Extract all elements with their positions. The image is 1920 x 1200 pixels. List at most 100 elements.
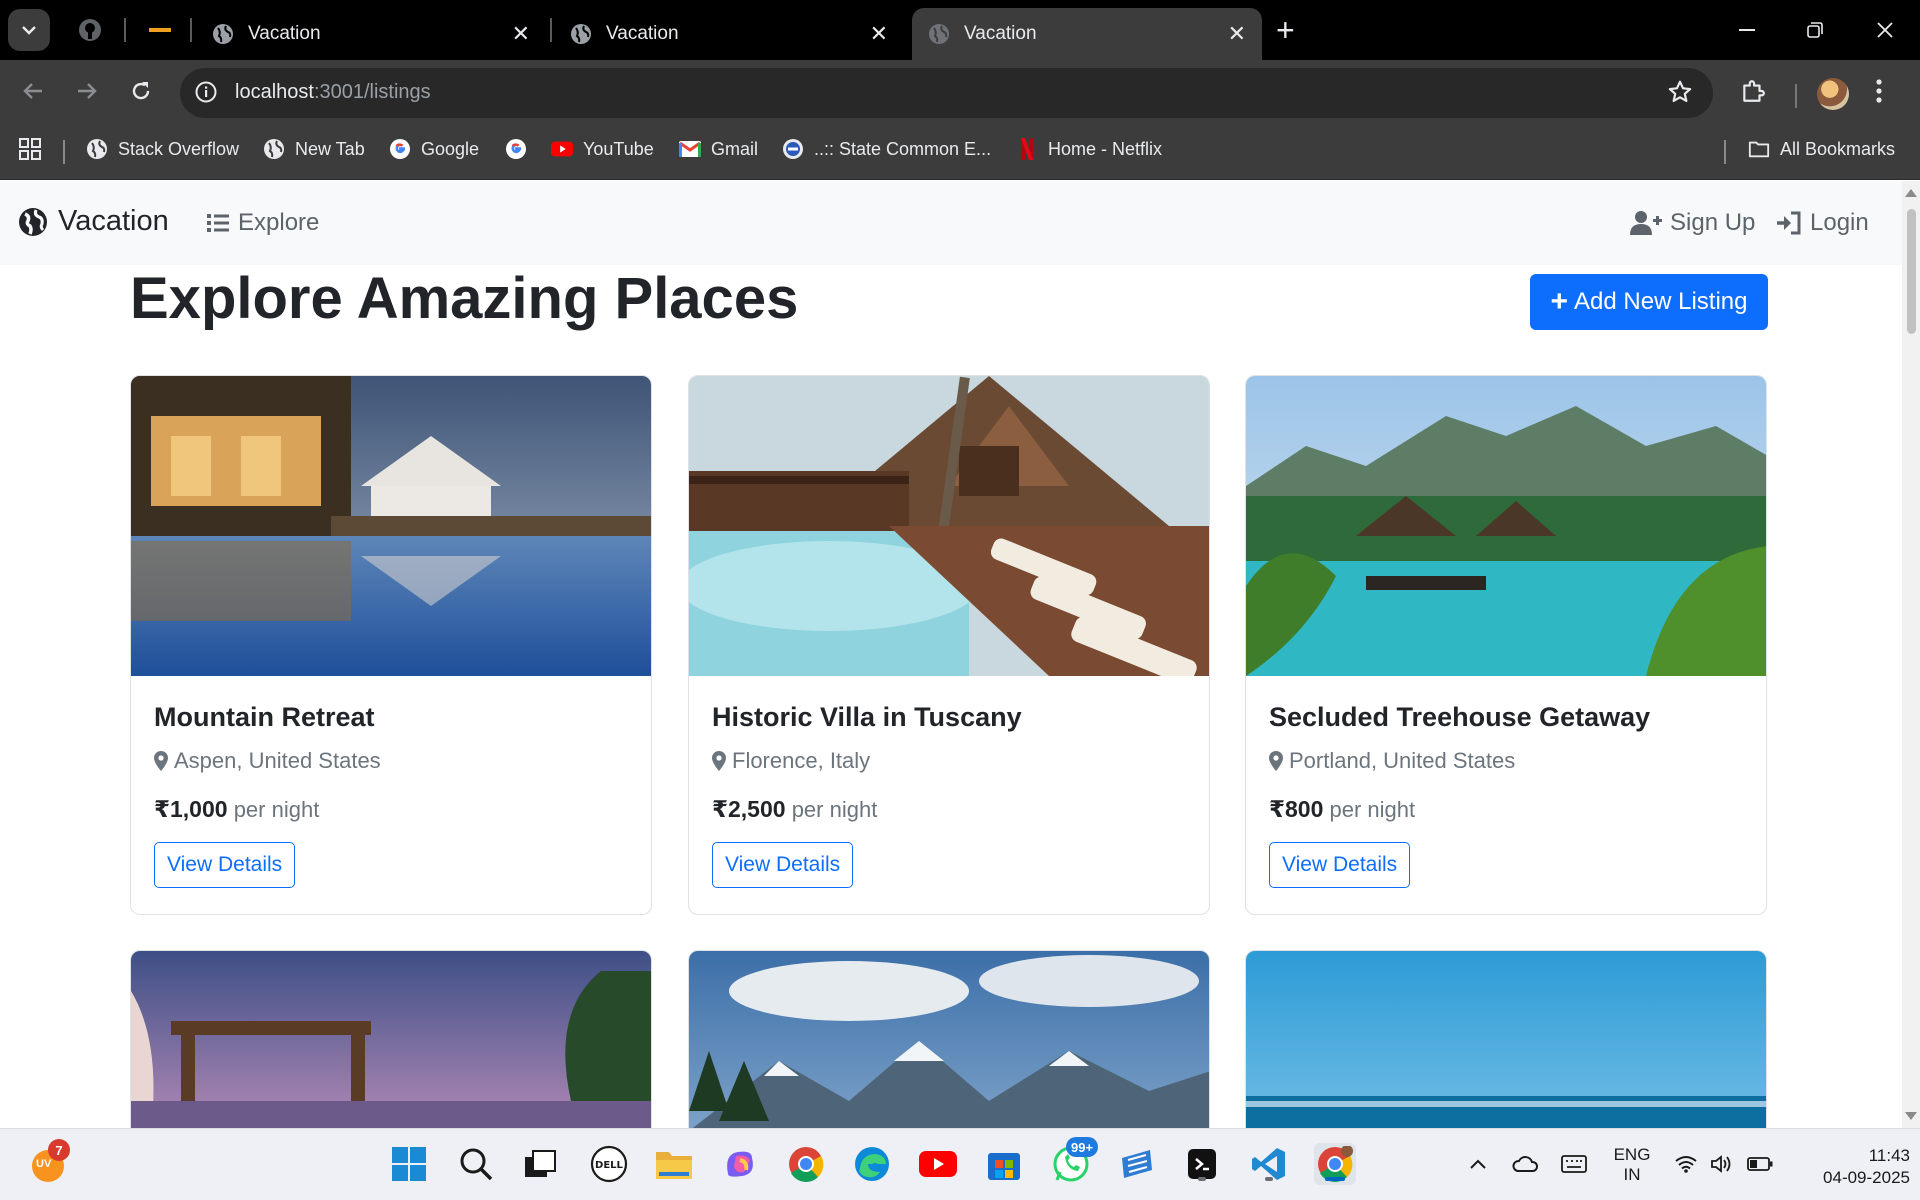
chrome-active-app[interactable] [1314, 1143, 1356, 1185]
bookmark-new-tab[interactable]: New Tab [263, 134, 365, 164]
close-tab-icon[interactable]: ✕ [512, 21, 530, 47]
battery-status[interactable] [1742, 1143, 1778, 1185]
listing-image[interactable] [1246, 951, 1766, 1128]
pinned-tab-site[interactable] [138, 12, 182, 48]
tab-vacation-active[interactable]: Vacation ✕ [912, 8, 1262, 60]
bookmark-label: Gmail [711, 138, 759, 159]
page-scrollbar[interactable] [1902, 181, 1920, 1128]
file-explorer-app[interactable] [653, 1143, 695, 1185]
task-view-button[interactable] [519, 1143, 561, 1185]
bookmark-stack-overflow[interactable]: Stack Overflow [86, 134, 239, 164]
wifi-status[interactable] [1668, 1143, 1704, 1185]
edge-icon [855, 1147, 889, 1181]
listing-card[interactable] [1245, 950, 1767, 1128]
microsoft-store-app[interactable] [983, 1143, 1025, 1185]
listing-image[interactable] [689, 376, 1209, 685]
view-details-button[interactable]: View Details [712, 842, 854, 888]
plus-icon: + [1550, 285, 1569, 318]
back-button[interactable] [16, 74, 50, 108]
keyboard-icon [1561, 1155, 1587, 1173]
view-details-button[interactable]: View Details [1269, 842, 1411, 888]
extensions-puzzle-icon[interactable] [1740, 78, 1766, 104]
pinned-tab-github[interactable] [68, 12, 112, 48]
start-button[interactable] [388, 1143, 430, 1185]
bookmark-google-shortcut[interactable] [505, 134, 537, 164]
tab-title: Vacation [606, 23, 679, 44]
listing-location: Florence, Italy [712, 748, 870, 774]
store-icon [988, 1153, 1020, 1180]
view-details-button[interactable]: View Details [154, 842, 296, 888]
terminal-app[interactable] [1181, 1143, 1223, 1185]
mountain-lake-photo [689, 951, 1209, 1128]
listing-image[interactable] [689, 951, 1209, 1128]
listing-card[interactable]: Historic Villa in Tuscany Florence, Ital… [688, 375, 1210, 915]
edge-app[interactable] [851, 1143, 893, 1185]
brand-link[interactable]: Vacation [18, 205, 169, 238]
weather-widget[interactable]: UV 7 [28, 1139, 70, 1185]
site-info-icon[interactable] [194, 80, 218, 104]
listing-image[interactable] [131, 951, 651, 1128]
chrome-app[interactable] [785, 1143, 827, 1185]
restore-button[interactable] [1790, 10, 1840, 50]
tab-vacation-1[interactable]: Vacation ✕ [196, 8, 546, 60]
bookmark-netflix[interactable]: Home - Netflix [1016, 134, 1162, 164]
listing-card[interactable]: Secluded Treehouse Getaway Portland, Uni… [1245, 375, 1767, 915]
vscode-app[interactable] [1248, 1143, 1290, 1185]
chrome-icon [789, 1147, 824, 1182]
cet-logo-icon [783, 139, 803, 159]
show-hidden-icons-button[interactable] [1458, 1143, 1498, 1185]
copilot-app[interactable] [719, 1143, 761, 1185]
listing-card[interactable]: Mountain Retreat Aspen, United States ₹1… [130, 375, 652, 915]
listing-title: Secluded Treehouse Getaway [1269, 702, 1651, 732]
app-shortcut[interactable] [1116, 1143, 1158, 1185]
minimize-button[interactable] [1722, 10, 1772, 50]
profile-avatar[interactable] [1817, 78, 1849, 110]
close-window-button[interactable] [1860, 10, 1910, 50]
address-bar[interactable]: localhost:3001/listings [180, 68, 1713, 118]
bookmark-gmail[interactable]: Gmail [679, 134, 758, 164]
youtube-app[interactable] [917, 1143, 959, 1185]
add-new-listing-button[interactable]: + Add New Listing [1530, 274, 1768, 330]
new-tab-button[interactable]: + [1276, 12, 1295, 48]
nav-login-link[interactable]: Login [1776, 209, 1869, 237]
bookmark-label: New Tab [295, 138, 365, 159]
listing-card[interactable] [130, 950, 652, 1128]
bookmark-star-icon[interactable] [1667, 79, 1693, 105]
nav-signup-link[interactable]: Sign Up [1630, 209, 1755, 237]
dell-app[interactable]: DELL [588, 1143, 630, 1185]
whatsapp-app[interactable]: 99+ [1050, 1137, 1099, 1185]
listing-image[interactable] [1246, 376, 1766, 676]
listing-location: Portland, United States [1269, 748, 1515, 774]
bookmark-youtube[interactable]: YouTube [551, 134, 654, 164]
svg-text:DELL: DELL [595, 1160, 624, 1171]
nav-explore-label: Explore [238, 209, 320, 236]
bookmark-state-common-entrance[interactable]: ..:: State Common E... [782, 134, 991, 164]
location-pin-icon [712, 751, 726, 771]
nav-explore-link[interactable]: Explore [206, 209, 319, 237]
language-indicator[interactable]: ENG IN [1600, 1145, 1664, 1185]
tab-separator [124, 18, 126, 42]
clock[interactable]: 11:43 04-09-2025 [1790, 1145, 1910, 1189]
region-code: IN [1623, 1165, 1641, 1184]
all-bookmarks-button[interactable]: All Bookmarks [1748, 134, 1895, 164]
listing-image[interactable] [131, 376, 651, 676]
scroll-down-arrow-icon[interactable] [1905, 1112, 1917, 1120]
tab-vacation-2[interactable]: Vacation ✕ [554, 8, 904, 60]
reload-button[interactable] [124, 74, 158, 108]
scroll-up-arrow-icon[interactable] [1905, 189, 1917, 197]
more-menu-icon[interactable] [1875, 78, 1883, 104]
apps-button[interactable] [18, 134, 42, 164]
tab-search-button[interactable] [8, 9, 50, 51]
scrollbar-thumb[interactable] [1907, 209, 1916, 334]
close-tab-icon[interactable]: ✕ [1228, 21, 1246, 47]
onedrive-button[interactable] [1505, 1143, 1545, 1185]
language-code: ENG [1613, 1145, 1651, 1164]
listing-card[interactable] [688, 950, 1210, 1128]
forward-button[interactable] [70, 74, 104, 108]
search-button[interactable] [455, 1143, 497, 1185]
tropical-resort-photo [1246, 376, 1766, 676]
volume-status[interactable] [1704, 1143, 1740, 1185]
close-tab-icon[interactable]: ✕ [870, 21, 888, 47]
keyboard-button[interactable] [1554, 1143, 1594, 1185]
bookmark-google[interactable]: Google [389, 134, 479, 164]
